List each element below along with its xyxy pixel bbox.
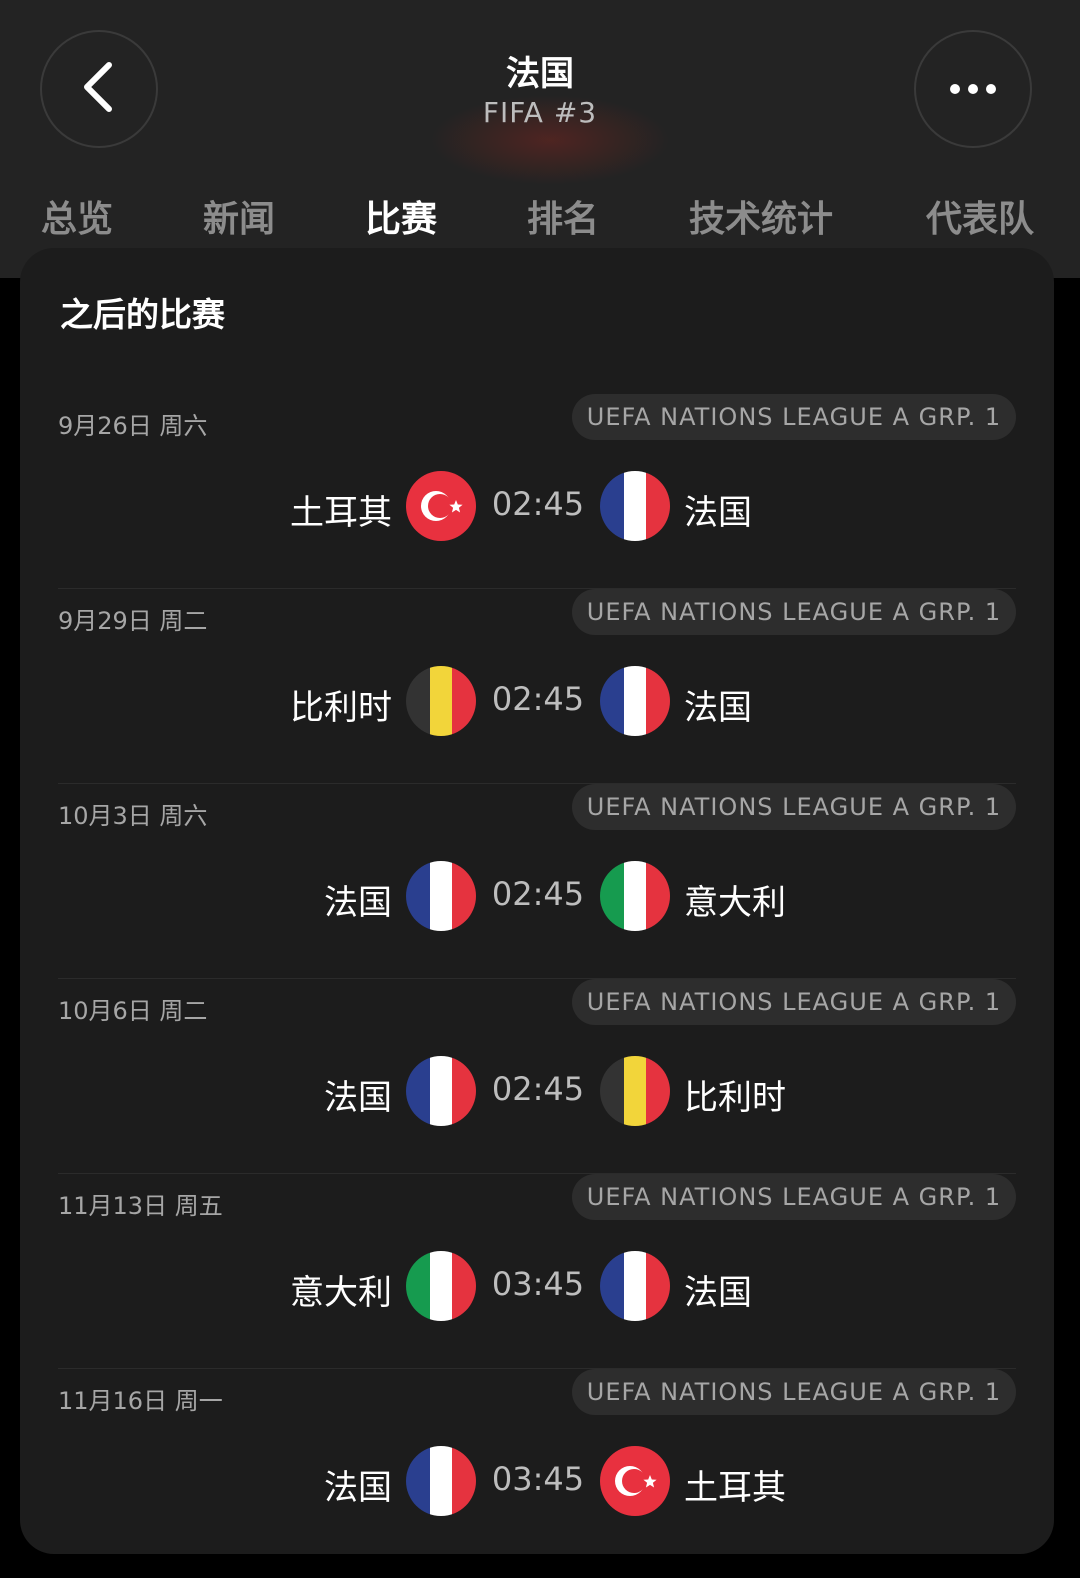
tab-matches[interactable]: 比赛 (365, 190, 437, 242)
match-date: 9月26日 周六 (58, 412, 208, 440)
more-button[interactable] (914, 30, 1032, 148)
competition-badge: UEFA NATIONS LEAGUE A GRP. 1 (572, 394, 1016, 440)
home-team-flag (406, 471, 476, 541)
match-row[interactable]: 11月16日 周一 UEFA NATIONS LEAGUE A GRP. 1 法… (20, 1369, 1054, 1564)
match-date: 10月6日 周二 (58, 997, 208, 1025)
tab-overview[interactable]: 总览 (41, 190, 113, 242)
away-team-name: 土耳其 (684, 1468, 786, 1508)
match-row[interactable]: 9月26日 周六 UEFA NATIONS LEAGUE A GRP. 1 土耳… (20, 394, 1054, 589)
competition-badge: UEFA NATIONS LEAGUE A GRP. 1 (572, 1369, 1016, 1415)
match-date: 9月29日 周二 (58, 607, 208, 635)
ellipsis-icon (949, 80, 997, 99)
away-team-name: 意大利 (684, 883, 786, 923)
competition-badge: UEFA NATIONS LEAGUE A GRP. 1 (572, 589, 1016, 635)
match-row[interactable]: 10月3日 周六 UEFA NATIONS LEAGUE A GRP. 1 法国… (20, 784, 1054, 979)
match-row[interactable]: 9月29日 周二 UEFA NATIONS LEAGUE A GRP. 1 比利… (20, 589, 1054, 784)
home-team-name: 比利时 (290, 688, 392, 728)
tab-news[interactable]: 新闻 (203, 190, 275, 242)
home-team-name: 法国 (324, 1078, 392, 1118)
home-team-name: 法国 (324, 883, 392, 923)
away-team-flag (600, 1446, 670, 1516)
competition-badge: UEFA NATIONS LEAGUE A GRP. 1 (572, 784, 1016, 830)
fifa-ranking: FIFA #3 (482, 96, 598, 129)
tab-squad[interactable]: 代表队 (926, 190, 1034, 242)
away-team-name: 法国 (684, 688, 752, 728)
away-team-name: 比利时 (684, 1078, 786, 1118)
home-team-flag (406, 1446, 476, 1516)
page-title: 法国 (506, 54, 574, 94)
tab-stats[interactable]: 技术统计 (689, 190, 833, 242)
home-team-flag (406, 1056, 476, 1126)
away-team-name: 法国 (684, 493, 752, 533)
upcoming-matches-card: 之后的比赛 9月26日 周六 UEFA NATIONS LEAGUE A GRP… (20, 248, 1054, 1554)
competition-badge: UEFA NATIONS LEAGUE A GRP. 1 (572, 1174, 1016, 1220)
kickoff-time: 02:45 (491, 1070, 585, 1108)
home-team-name: 土耳其 (290, 493, 392, 533)
away-team-flag (600, 1056, 670, 1126)
kickoff-time: 02:45 (491, 680, 585, 718)
team-header: 法国 FIFA #3 总览 新闻 比赛 排名 技术统计 代表队 (0, 0, 1080, 278)
match-date: 11月13日 周五 (58, 1192, 223, 1220)
away-team-flag (600, 666, 670, 736)
kickoff-time: 03:45 (491, 1460, 585, 1498)
competition-badge: UEFA NATIONS LEAGUE A GRP. 1 (572, 979, 1016, 1025)
away-team-flag (600, 861, 670, 931)
kickoff-time: 02:45 (491, 875, 585, 913)
match-date: 11月16日 周一 (58, 1387, 223, 1415)
away-team-flag (600, 471, 670, 541)
match-date: 10月3日 周六 (58, 802, 208, 830)
home-team-name: 意大利 (290, 1273, 392, 1313)
kickoff-time: 02:45 (491, 485, 585, 523)
kickoff-time: 03:45 (491, 1265, 585, 1303)
back-button[interactable] (40, 30, 158, 148)
match-row[interactable]: 11月13日 周五 UEFA NATIONS LEAGUE A GRP. 1 意… (20, 1174, 1054, 1369)
home-team-flag (406, 861, 476, 931)
home-team-flag (406, 666, 476, 736)
away-team-flag (600, 1251, 670, 1321)
home-team-flag (406, 1251, 476, 1321)
tab-standings[interactable]: 排名 (527, 190, 599, 242)
match-row[interactable]: 10月6日 周二 UEFA NATIONS LEAGUE A GRP. 1 法国… (20, 979, 1054, 1174)
away-team-name: 法国 (684, 1273, 752, 1313)
tab-bar: 总览 新闻 比赛 排名 技术统计 代表队 (0, 190, 1080, 240)
home-team-name: 法国 (324, 1468, 392, 1508)
section-title: 之后的比赛 (60, 295, 225, 334)
chevron-left-icon (79, 59, 119, 119)
